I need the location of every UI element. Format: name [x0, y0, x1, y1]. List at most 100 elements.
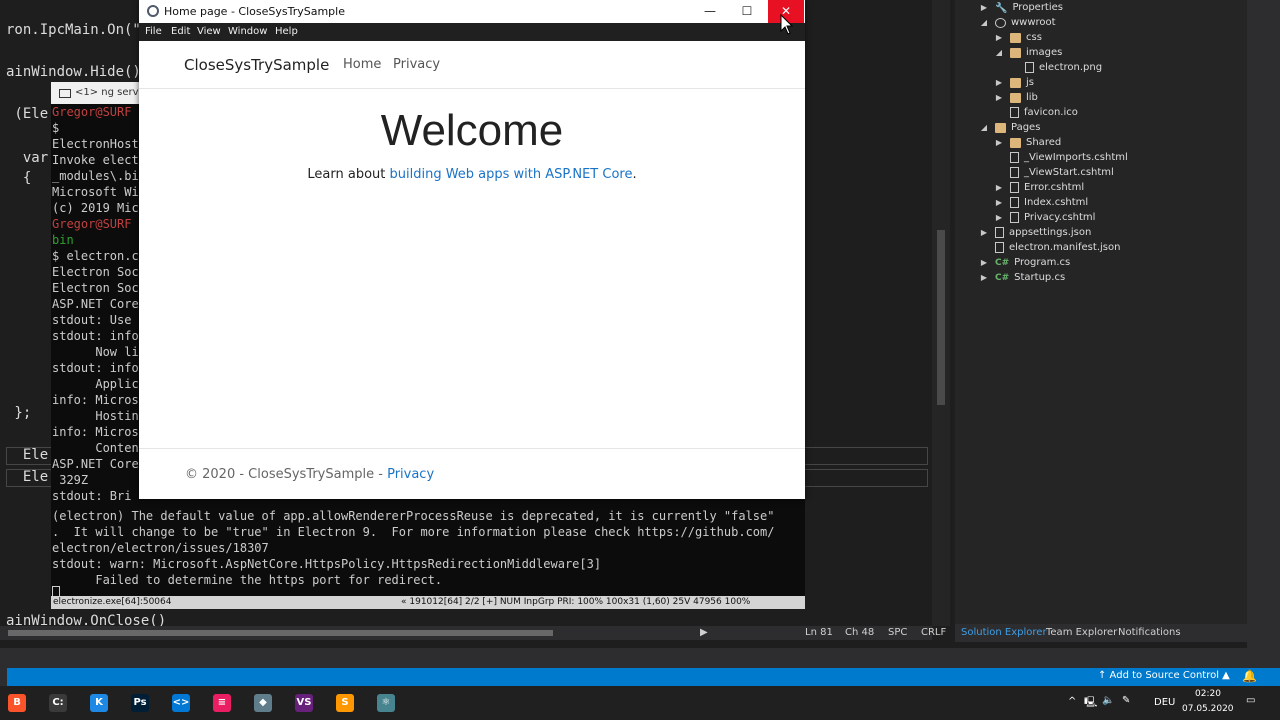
- tree-item[interactable]: ▶ lib: [994, 90, 1038, 105]
- expand-arrow-icon[interactable]: ▶: [979, 228, 989, 237]
- volume-icon[interactable]: 🔈: [1102, 695, 1114, 706]
- tree-item[interactable]: ▶ Shared: [994, 135, 1061, 150]
- expand-arrow-icon[interactable]: ▶: [994, 93, 1004, 102]
- notification-bell-icon[interactable]: 🔔: [1242, 669, 1257, 683]
- tree-item[interactable]: ◢ images: [994, 45, 1062, 60]
- tree-item-label: css: [1026, 32, 1042, 43]
- spacing-mode[interactable]: SPC: [888, 627, 907, 638]
- app-pink-icon[interactable]: ≡: [213, 694, 231, 712]
- add-to-source-control-button[interactable]: ↑ Add to Source Control ▲: [1098, 670, 1230, 681]
- console-line: stdout: info: [52, 329, 139, 343]
- menu-view[interactable]: View: [197, 26, 221, 37]
- tree-item[interactable]: ▶ 🔧 Properties: [979, 0, 1063, 15]
- tree-item-label: Index.cshtml: [1024, 197, 1089, 208]
- tree-item[interactable]: _ViewStart.cshtml: [994, 165, 1114, 180]
- editor-vertical-scrollbar[interactable]: [932, 0, 950, 626]
- tree-item[interactable]: ▶ Privacy.cshtml: [994, 210, 1095, 225]
- vscode-icon[interactable]: <>: [172, 694, 190, 712]
- aspnet-docs-link[interactable]: building Web apps with ASP.NET Core: [390, 167, 633, 182]
- expand-arrow-icon[interactable]: ▶: [994, 183, 1004, 192]
- tree-item-label: js: [1026, 77, 1034, 88]
- menu-help[interactable]: Help: [275, 26, 298, 37]
- column-number: Ch 48: [845, 627, 875, 638]
- expand-arrow-icon[interactable]: ▶: [994, 33, 1004, 42]
- network-icon[interactable]: 🖳: [1084, 695, 1097, 712]
- expand-arrow-icon[interactable]: ▶: [994, 198, 1004, 207]
- taskbar: B C: K Ps <> ≡ ◆ VS S ⚛ ^ 🖳 🔈 ✎ DEU 02:20 07.05.2…: [0, 686, 1280, 720]
- nav-home-link[interactable]: Home: [343, 57, 381, 72]
- code-line[interactable]: };: [6, 405, 31, 421]
- expand-arrow-icon[interactable]: ▶: [979, 273, 989, 282]
- expand-arrow-icon[interactable]: ▶: [979, 258, 989, 267]
- console-line: (electron) The default value of app.allo…: [52, 509, 775, 523]
- nav-privacy-link[interactable]: Privacy: [393, 57, 440, 72]
- window-title-bar[interactable]: Home page - CloseSysTrySample — ☐ ✕: [139, 0, 805, 23]
- action-center-icon[interactable]: ▭: [1246, 695, 1255, 706]
- footer-privacy-link[interactable]: Privacy: [387, 467, 434, 482]
- tree-item[interactable]: favicon.ico: [994, 105, 1078, 120]
- minimize-button[interactable]: —: [692, 0, 728, 23]
- tree-item[interactable]: ▶ Error.cshtml: [994, 180, 1084, 195]
- mouse-cursor-icon: [780, 14, 794, 35]
- tree-item[interactable]: electron.manifest.json: [979, 240, 1120, 255]
- expand-arrow-icon[interactable]: ▶: [994, 138, 1004, 147]
- tree-item[interactable]: _ViewImports.cshtml: [994, 150, 1128, 165]
- tree-item[interactable]: ▶ appsettings.json: [979, 225, 1091, 240]
- tray-chevron-icon[interactable]: ^: [1068, 696, 1076, 707]
- scrollbar-thumb[interactable]: [8, 630, 553, 636]
- console-line: $: [52, 121, 60, 135]
- system-tray: ^ 🖳 🔈 ✎ DEU 02:20 07.05.2020 ▭: [1060, 686, 1280, 720]
- tree-item-label: Properties: [1012, 2, 1063, 13]
- app-blue-icon[interactable]: K: [90, 694, 108, 712]
- tab-notifications[interactable]: Notifications: [1118, 627, 1181, 638]
- tree-item-label: _ViewImports.cshtml: [1024, 152, 1128, 163]
- code-line[interactable]: var: [6, 150, 48, 166]
- file-icon: [995, 227, 1004, 238]
- sublime-icon[interactable]: S: [336, 694, 354, 712]
- tree-item[interactable]: electron.png: [1009, 60, 1102, 75]
- tree-item[interactable]: ▶ js: [994, 75, 1034, 90]
- electron-app-window[interactable]: Home page - CloseSysTrySample — ☐ ✕ File…: [139, 0, 805, 499]
- console-line: Hostin: [52, 409, 139, 423]
- solution-explorer-tree[interactable]: ▶ 🔧 Properties ◢ wwwroot ▶ css ◢ images electron.…: [955, 0, 1247, 624]
- code-line[interactable]: {: [6, 170, 31, 186]
- scrollbar-thumb[interactable]: [937, 230, 945, 405]
- tree-item-label: wwwroot: [1011, 17, 1056, 28]
- clock-date[interactable]: 07.05.2020: [1182, 704, 1234, 714]
- photoshop-icon[interactable]: Ps: [131, 694, 149, 712]
- tree-item[interactable]: ▶ C# Program.cs: [979, 255, 1070, 270]
- tab-team-explorer[interactable]: Team Explorer: [1046, 627, 1117, 638]
- console-app-icon[interactable]: C:: [49, 694, 67, 712]
- maximize-button[interactable]: ☐: [729, 0, 765, 23]
- expand-arrow-icon[interactable]: ▶: [979, 3, 989, 12]
- clock-time[interactable]: 02:20: [1195, 689, 1221, 699]
- expand-arrow-icon[interactable]: ▶: [994, 213, 1004, 222]
- pen-icon[interactable]: ✎: [1122, 695, 1130, 706]
- code-line[interactable]: ron.IpcMain.On(": [6, 22, 141, 38]
- tab-solution-explorer[interactable]: Solution Explorer: [961, 627, 1047, 638]
- app-gray-icon[interactable]: ◆: [254, 694, 272, 712]
- panel-gap: [0, 648, 1247, 668]
- collapse-arrow-icon[interactable]: ◢: [979, 18, 989, 27]
- code-line[interactable]: ainWindow.Hide(): [6, 64, 141, 80]
- tree-item[interactable]: ▶ Index.cshtml: [994, 195, 1088, 210]
- expand-arrow-icon[interactable]: ▶: [994, 78, 1004, 87]
- tree-item[interactable]: ◢ Pages: [979, 120, 1041, 135]
- collapse-arrow-icon[interactable]: ◢: [994, 48, 1004, 57]
- tree-item[interactable]: ◢ wwwroot: [979, 15, 1056, 30]
- menu-window[interactable]: Window: [228, 26, 267, 37]
- learn-text: Learn about building Web apps with ASP.N…: [139, 167, 805, 182]
- language-indicator[interactable]: DEU: [1154, 697, 1175, 708]
- line-ending[interactable]: CRLF: [921, 627, 946, 638]
- brave-icon[interactable]: B: [8, 694, 26, 712]
- code-line[interactable]: (Ele: [6, 106, 48, 122]
- menu-file[interactable]: File: [145, 26, 162, 37]
- site-navbar: CloseSysTrySample Home Privacy: [139, 41, 805, 89]
- visual-studio-icon[interactable]: VS: [295, 694, 313, 712]
- menu-edit[interactable]: Edit: [171, 26, 190, 37]
- brand-link[interactable]: CloseSysTrySample: [184, 56, 329, 74]
- tree-item[interactable]: ▶ C# Startup.cs: [979, 270, 1065, 285]
- collapse-arrow-icon[interactable]: ◢: [979, 123, 989, 132]
- tree-item[interactable]: ▶ css: [994, 30, 1042, 45]
- electron-icon[interactable]: ⚛: [377, 694, 395, 712]
